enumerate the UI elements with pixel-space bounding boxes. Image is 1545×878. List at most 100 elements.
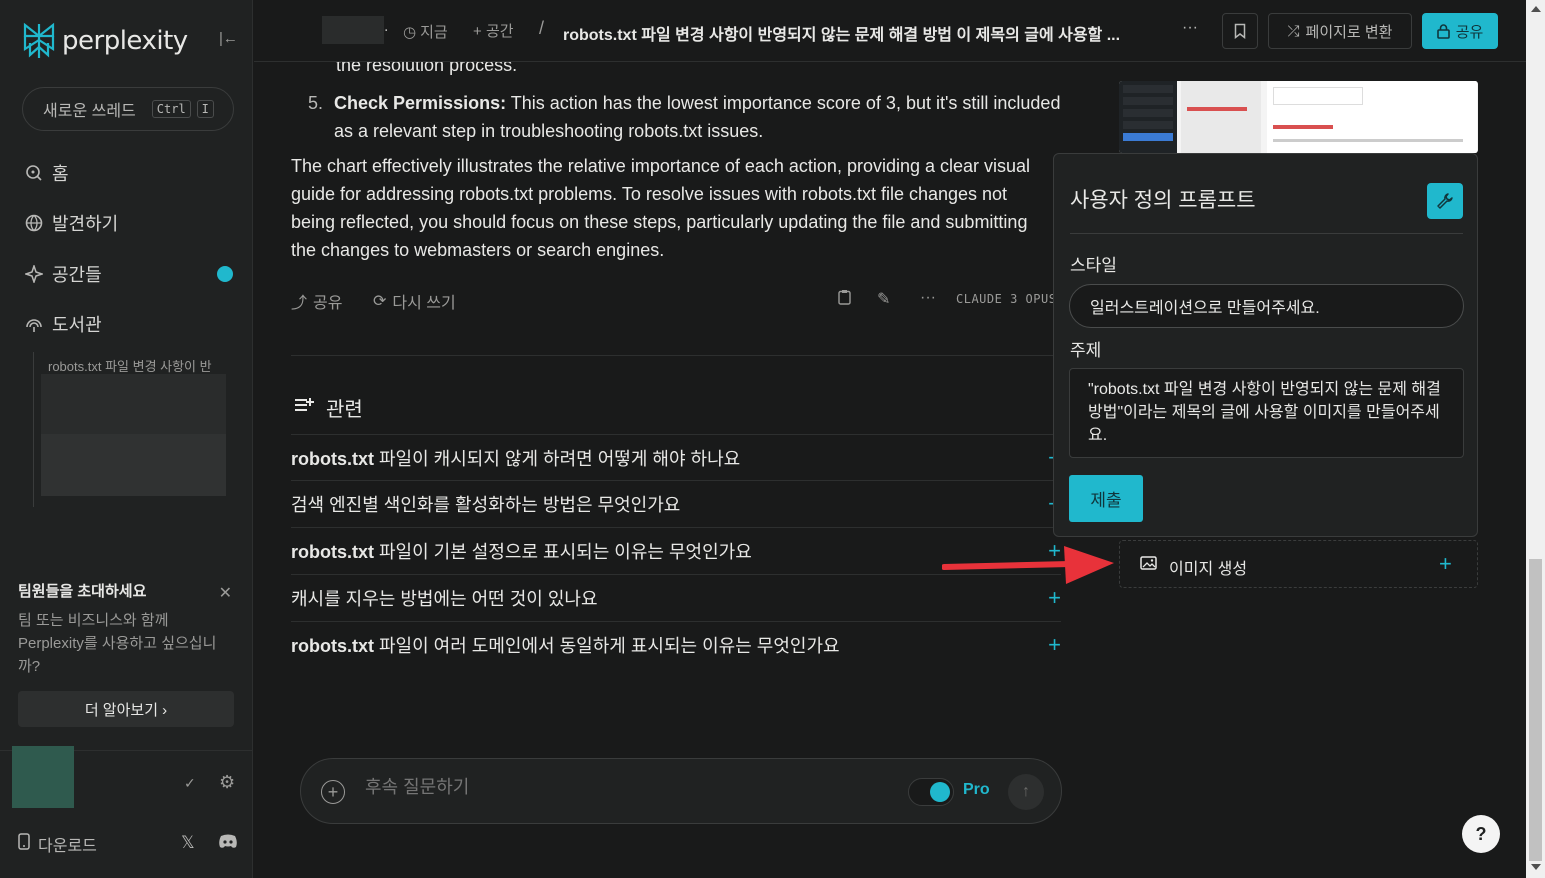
plus-icon[interactable]: + bbox=[1048, 632, 1061, 658]
clipboard-icon bbox=[838, 289, 851, 310]
related-list-icon bbox=[294, 396, 314, 419]
close-icon[interactable]: ✕ bbox=[219, 583, 232, 603]
shuffle-icon: ⤮ bbox=[1287, 22, 1300, 40]
sidebar-item-label: 공간들 bbox=[52, 265, 102, 285]
learn-more-button[interactable]: 더 알아보기 › bbox=[18, 691, 234, 727]
sidebar-item-library[interactable]: 도서관 bbox=[24, 311, 102, 337]
add-to-space-button[interactable]: + 공간 bbox=[473, 20, 514, 41]
sidebar-item-spaces[interactable]: 공간들 bbox=[24, 261, 102, 287]
send-arrow-icon[interactable]: ↑ bbox=[1008, 774, 1044, 810]
top-bar: . ◷ 지금 + 공간 / robots.txt 파일 변경 사항이 반영되지 … bbox=[254, 0, 1526, 62]
related-item-text: 파일이 캐시되지 않게 하려면 어떻게 해야 하나요 bbox=[374, 448, 741, 469]
logo[interactable]: perplexity bbox=[22, 22, 188, 60]
generate-image-label: 이미지 생성 bbox=[1169, 561, 1248, 578]
discord-icon[interactable] bbox=[218, 834, 238, 854]
related-item-bold: robots.txt bbox=[291, 635, 374, 656]
answer-paragraph: The chart effectively illustrates the re… bbox=[291, 156, 1031, 260]
related-item-text: 파일이 기본 설정으로 표시되는 이유는 무엇인가요 bbox=[374, 541, 752, 562]
scroll-up-arrow-icon[interactable] bbox=[1531, 6, 1541, 12]
chevron-down-icon[interactable]: ✓ bbox=[184, 775, 196, 792]
help-button[interactable]: ? bbox=[1462, 815, 1500, 853]
bookmark-icon bbox=[1234, 23, 1246, 39]
time-stamp: ◷ 지금 bbox=[403, 21, 448, 42]
more-options-button[interactable]: ··· bbox=[920, 289, 936, 307]
list-item-bold: Check Permissions: bbox=[334, 93, 507, 113]
plus-icon[interactable]: + bbox=[1439, 551, 1452, 577]
collapse-sidebar-icon[interactable]: |← bbox=[219, 30, 238, 47]
gear-icon[interactable]: ⚙ bbox=[219, 772, 235, 793]
copy-button[interactable] bbox=[838, 289, 851, 310]
avatar[interactable] bbox=[12, 746, 74, 808]
image-icon bbox=[1140, 556, 1158, 577]
spaces-notification-dot bbox=[217, 266, 233, 282]
lock-icon bbox=[1436, 23, 1450, 39]
download-label: 다운로드 bbox=[38, 838, 97, 855]
followup-box: + Pro ↑ bbox=[300, 758, 1062, 824]
library-icon bbox=[24, 314, 44, 334]
globe-icon bbox=[24, 213, 44, 233]
related-item-text: 캐시를 지우는 방법에는 어떤 것이 있나요 bbox=[291, 588, 598, 609]
share-button[interactable]: 공유 bbox=[1422, 13, 1498, 49]
thumbnail-settings bbox=[1267, 81, 1477, 153]
related-item[interactable]: robots.txt 파일이 여러 도메인에서 동일하게 표시되는 이유는 무엇… bbox=[291, 621, 1061, 667]
related-item-bold: robots.txt bbox=[291, 541, 374, 562]
scrollbar[interactable] bbox=[1526, 0, 1545, 878]
related-heading: 관련 bbox=[294, 393, 363, 422]
convert-to-page-button[interactable]: ⤮ 페이지로 변환 bbox=[1268, 13, 1412, 49]
thumbnail-sidebar bbox=[1119, 81, 1177, 153]
edit-icon: ✎ bbox=[877, 291, 891, 308]
submit-button[interactable]: 제출 bbox=[1069, 475, 1143, 522]
topic-label: 주제 bbox=[1070, 341, 1102, 360]
related-item[interactable]: robots.txt 파일이 캐시되지 않게 하려면 어떻게 해야 하나요 + bbox=[291, 434, 1061, 480]
invite-body: 팀 또는 비즈니스와 함께 Perplexity를 사용하고 싶으십니까? bbox=[18, 612, 217, 675]
sidebar-item-label: 도서관 bbox=[52, 315, 102, 335]
space-label: 공간 bbox=[485, 23, 514, 40]
divider bbox=[1070, 233, 1463, 234]
download-button[interactable]: 다운로드 bbox=[18, 832, 97, 856]
x-twitter-icon[interactable]: 𝕏 bbox=[181, 833, 195, 853]
breadcrumb-separator: / bbox=[539, 18, 545, 38]
redacted-thread-list-lower bbox=[41, 434, 226, 496]
thumbnail-panel bbox=[1181, 81, 1261, 153]
edit-button[interactable]: ✎ bbox=[877, 289, 890, 309]
invite-card: 팀원들을 초대하세요 ✕ 팀 또는 비즈니스와 함께 Perplexity를 사… bbox=[18, 580, 234, 727]
perplexity-logo-icon bbox=[23, 22, 55, 58]
thread-title[interactable]: robots.txt 파일 변경 사항이 반영되지 않는 문제 해결 방법 이 … bbox=[563, 21, 1158, 45]
red-arrow-annotation bbox=[942, 546, 1114, 584]
scroll-down-arrow-icon[interactable] bbox=[1531, 864, 1541, 870]
bookmark-button[interactable] bbox=[1222, 13, 1258, 49]
new-thread-label: 새로운 쓰레드 bbox=[43, 103, 136, 120]
related-item-text: 파일이 여러 도메인에서 동일하게 표시되는 이유는 무엇인가요 bbox=[374, 635, 840, 656]
attach-plus-icon[interactable]: + bbox=[321, 780, 345, 804]
followup-input[interactable] bbox=[365, 777, 765, 798]
source-image-thumbnail[interactable] bbox=[1119, 81, 1478, 153]
more-icon[interactable]: ··· bbox=[1182, 19, 1198, 37]
custom-prompt-panel: 사용자 정의 프롬프트 스타일 일러스트레이션으로 만들어주세요. 주제 "ro… bbox=[1053, 153, 1478, 537]
rewrite-button[interactable]: ⟳ 다시 쓰기 bbox=[373, 289, 456, 313]
sidebar-item-home[interactable]: 홈 bbox=[24, 160, 69, 186]
sidebar-item-label: 발견하기 bbox=[52, 214, 119, 234]
pro-toggle[interactable] bbox=[908, 778, 954, 806]
more-icon: ··· bbox=[920, 289, 936, 306]
new-thread-button[interactable]: 새로운 쓰레드 Ctrl I bbox=[22, 87, 234, 131]
related-item-bold: robots.txt bbox=[291, 448, 374, 469]
scrollbar-thumb[interactable] bbox=[1529, 559, 1542, 861]
answer-actions: ⤴ 공유 ⟳ 다시 쓰기 ✎ ··· CLAUDE 3 OPUS bbox=[291, 289, 1061, 313]
divider bbox=[291, 355, 1061, 356]
generate-image-button[interactable]: 이미지 생성 + bbox=[1119, 540, 1478, 588]
rewrite-label: 다시 쓰기 bbox=[392, 295, 456, 312]
main-content: the resolution process. 5. Check Permiss… bbox=[254, 0, 1526, 878]
share-icon: ⤴ bbox=[291, 295, 308, 312]
wrench-icon[interactable] bbox=[1427, 183, 1463, 219]
share-answer-button[interactable]: ⤴ 공유 bbox=[291, 289, 342, 313]
topic-textarea[interactable]: "robots.txt 파일 변경 사항이 반영되지 않는 문제 해결 방법"이… bbox=[1069, 368, 1464, 458]
related-item[interactable]: 검색 엔진별 색인화를 활성화하는 방법은 무엇인가요 + bbox=[291, 480, 1061, 526]
answer-list-item-5: 5. Check Permissions: This action has th… bbox=[308, 89, 1068, 145]
time-label: 지금 bbox=[420, 24, 448, 41]
style-input[interactable]: 일러스트레이션으로 만들어주세요. bbox=[1069, 284, 1464, 328]
shortcut-key-i: I bbox=[196, 100, 214, 118]
library-thread-item[interactable]: robots.txt 파일 변경 사항이 반 bbox=[48, 356, 233, 375]
refresh-icon: ⟳ bbox=[373, 293, 387, 310]
sidebar-item-discover[interactable]: 발견하기 bbox=[24, 210, 118, 236]
sidebar: perplexity |← 새로운 쓰레드 Ctrl I 홈 발견하기 공간들 … bbox=[0, 0, 253, 878]
